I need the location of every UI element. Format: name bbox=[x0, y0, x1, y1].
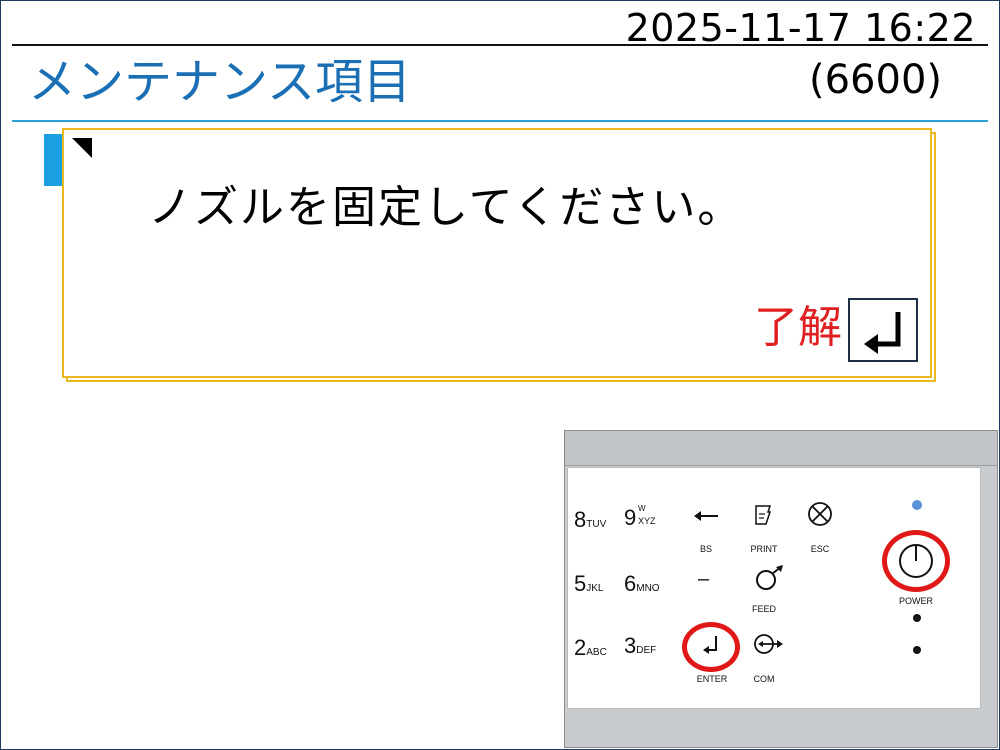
indicator-dot bbox=[913, 646, 921, 654]
backspace-arrow-icon bbox=[694, 511, 718, 521]
minus-key: – bbox=[698, 568, 710, 590]
indicator-dot bbox=[913, 614, 921, 622]
corner-triangle-icon bbox=[72, 138, 92, 158]
page-title: メンテナンス項目 bbox=[28, 54, 412, 110]
status-led bbox=[912, 500, 922, 510]
key-3: 3DEF bbox=[624, 633, 657, 658]
bs-label: BS bbox=[699, 544, 712, 554]
dialog-message: ノズルを固定してください。 bbox=[148, 182, 744, 233]
esc-label: ESC bbox=[810, 544, 830, 554]
feed-icon bbox=[756, 565, 783, 590]
key-5: 5JKL bbox=[574, 571, 604, 596]
header-divider bbox=[12, 44, 988, 46]
enter-return-icon bbox=[864, 312, 901, 354]
power-label: POWER bbox=[898, 596, 933, 606]
print-label: PRINT bbox=[750, 544, 778, 554]
print-icon bbox=[755, 505, 772, 525]
printer-keypad-photo: 8TUV 9 W XYZ BS PRINT ESC 5JKL 6MNO – FE… bbox=[564, 430, 998, 748]
key-8: 8TUV bbox=[574, 507, 607, 532]
key-9: 9 W XYZ bbox=[624, 504, 656, 530]
com-icon bbox=[754, 634, 783, 654]
screen-code: (6600) bbox=[808, 57, 942, 103]
panel-top-edge bbox=[565, 431, 997, 466]
enter-label: ENTER bbox=[696, 674, 728, 684]
esc-cancel-icon bbox=[808, 502, 832, 526]
feed-label: FEED bbox=[751, 604, 776, 614]
keypad-face: 8TUV 9 W XYZ BS PRINT ESC 5JKL 6MNO – FE… bbox=[567, 467, 981, 709]
enter-key-icon bbox=[703, 636, 717, 654]
title-divider bbox=[12, 120, 988, 122]
message-dialog: ノズルを固定してください。 了解 bbox=[62, 128, 932, 378]
key-6: 6MNO bbox=[624, 571, 660, 596]
enter-confirm-button[interactable] bbox=[848, 298, 918, 362]
com-label: COM bbox=[753, 674, 775, 684]
key-2: 2ABC bbox=[574, 635, 607, 660]
ok-label: 了解 bbox=[754, 302, 842, 353]
power-icon bbox=[899, 544, 933, 578]
